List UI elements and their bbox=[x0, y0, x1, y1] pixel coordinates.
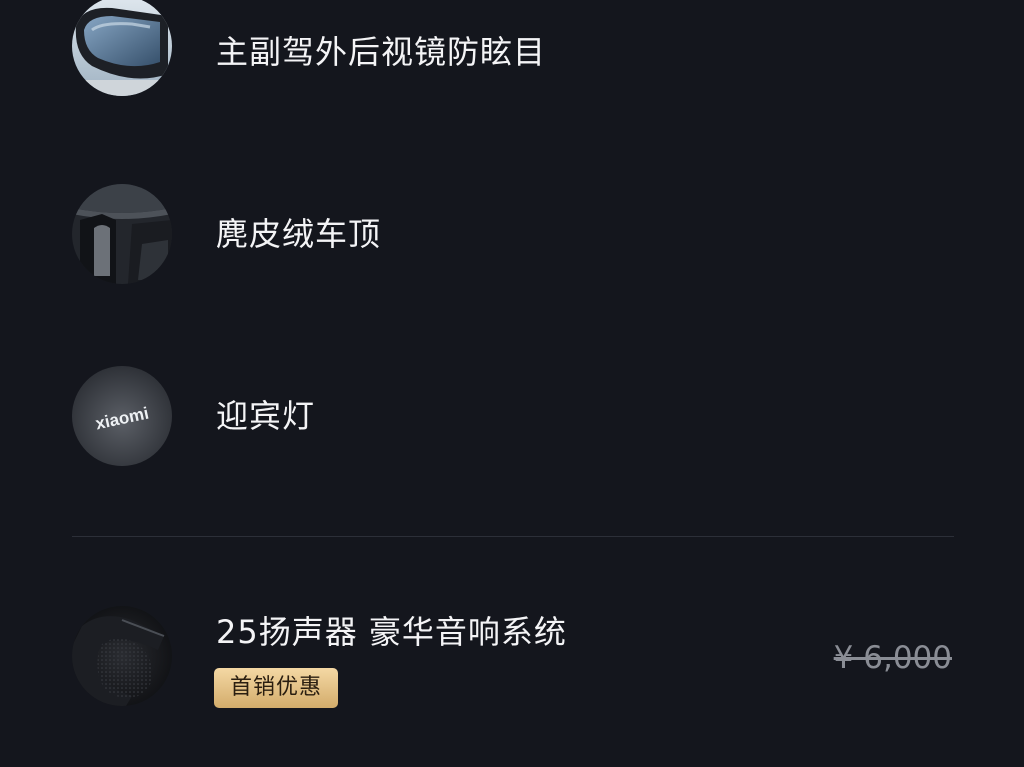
headliner-icon bbox=[72, 184, 172, 284]
mirror-icon bbox=[72, 0, 172, 96]
upgrade-title: 25扬声器 豪华音响系统 bbox=[216, 613, 567, 651]
option-label: 迎宾灯 bbox=[216, 397, 316, 435]
original-price: ¥ 6,000 bbox=[833, 640, 952, 676]
promo-badge: 首销优惠 bbox=[214, 668, 338, 708]
option-row-mirror-antiglare[interactable]: 主副驾外后视镜防眩目 bbox=[72, 0, 972, 100]
options-panel: 主副驾外后视镜防眩目 麂皮绒车顶 xiaomi 迎宾灯 25扬声器 豪华音响系统… bbox=[0, 0, 1024, 767]
option-row-welcome-light[interactable]: xiaomi 迎宾灯 bbox=[72, 366, 972, 466]
option-label: 麂皮绒车顶 bbox=[216, 215, 382, 253]
option-label: 主副驾外后视镜防眩目 bbox=[216, 33, 547, 71]
section-divider bbox=[72, 536, 954, 537]
speaker-icon bbox=[72, 606, 172, 706]
welcome-light-icon: xiaomi bbox=[72, 366, 172, 466]
option-row-suede-headliner[interactable]: 麂皮绒车顶 bbox=[72, 184, 972, 284]
